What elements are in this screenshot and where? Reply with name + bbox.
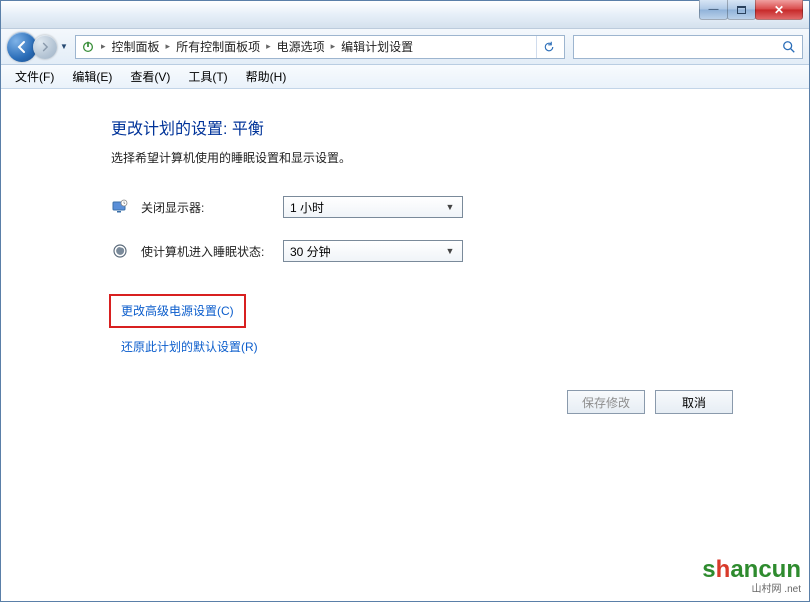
menu-view[interactable]: 查看(V) xyxy=(122,65,178,88)
navigation-row: ▼ ▸ 控制面板 ▸ 所有控制面板项 ▸ 电源选项 ▸ 编辑计划设置 xyxy=(1,29,809,65)
setting-row-sleep: 使计算机进入睡眠状态: 30 分钟 ▼ xyxy=(111,240,769,262)
breadcrumb-item[interactable]: 编辑计划设置 xyxy=(340,36,414,57)
power-icon xyxy=(80,39,96,55)
menu-edit[interactable]: 编辑(E) xyxy=(64,65,120,88)
chevron-right-icon: ▸ xyxy=(163,41,174,52)
menu-file[interactable]: 文件(F) xyxy=(7,65,62,88)
menu-tools[interactable]: 工具(T) xyxy=(180,65,235,88)
nav-history-dropdown[interactable]: ▼ xyxy=(57,36,71,58)
content-area: 更改计划的设置: 平衡 选择希望计算机使用的睡眠设置和显示设置。 关闭显示器: … xyxy=(1,89,809,434)
breadcrumb-item[interactable]: 控制面板 xyxy=(111,36,161,57)
setting-label: 使计算机进入睡眠状态: xyxy=(141,243,271,260)
display-off-dropdown[interactable]: 1 小时 ▼ xyxy=(283,196,463,218)
breadcrumb-item[interactable]: 所有控制面板项 xyxy=(175,36,261,57)
cancel-button[interactable]: 取消 xyxy=(655,390,733,414)
chevron-right-icon: ▸ xyxy=(328,41,339,52)
search-icon[interactable] xyxy=(780,40,798,54)
maximize-button[interactable] xyxy=(727,0,756,20)
setting-row-display-off: 关闭显示器: 1 小时 ▼ xyxy=(111,196,769,218)
search-box[interactable] xyxy=(573,35,803,59)
chevron-down-icon: ▼ xyxy=(442,200,458,214)
watermark: shancun 山村网 .net xyxy=(702,556,801,595)
dropdown-value: 1 小时 xyxy=(290,199,324,216)
sleep-dropdown[interactable]: 30 分钟 ▼ xyxy=(283,240,463,262)
highlighted-link-box: 更改高级电源设置(C) xyxy=(109,294,246,328)
chevron-down-icon: ▼ xyxy=(442,244,458,258)
dropdown-value: 30 分钟 xyxy=(290,243,331,260)
sleep-icon xyxy=(111,242,129,260)
page-title: 更改计划的设置: 平衡 xyxy=(111,115,769,139)
page-subtitle: 选择希望计算机使用的睡眠设置和显示设置。 xyxy=(111,149,769,166)
monitor-off-icon xyxy=(111,198,129,216)
menu-bar: 文件(F) 编辑(E) 查看(V) 工具(T) 帮助(H) xyxy=(1,65,809,89)
save-button[interactable]: 保存修改 xyxy=(567,390,645,414)
menu-help[interactable]: 帮助(H) xyxy=(238,65,295,88)
restore-defaults-link[interactable]: 还原此计划的默认设置(R) xyxy=(121,338,258,355)
close-button[interactable]: ✕ xyxy=(755,0,803,20)
address-bar[interactable]: ▸ 控制面板 ▸ 所有控制面板项 ▸ 电源选项 ▸ 编辑计划设置 xyxy=(75,35,565,59)
titlebar: — ✕ xyxy=(1,1,809,29)
minimize-button[interactable]: — xyxy=(699,0,728,20)
advanced-power-settings-link[interactable]: 更改高级电源设置(C) xyxy=(121,304,234,318)
setting-label: 关闭显示器: xyxy=(141,199,271,216)
nav-forward-button[interactable] xyxy=(33,35,57,59)
chevron-right-icon: ▸ xyxy=(263,41,274,52)
refresh-icon[interactable] xyxy=(536,36,560,58)
search-input[interactable] xyxy=(578,40,780,54)
chevron-right-icon: ▸ xyxy=(98,41,109,52)
breadcrumb-item[interactable]: 电源选项 xyxy=(276,36,326,57)
